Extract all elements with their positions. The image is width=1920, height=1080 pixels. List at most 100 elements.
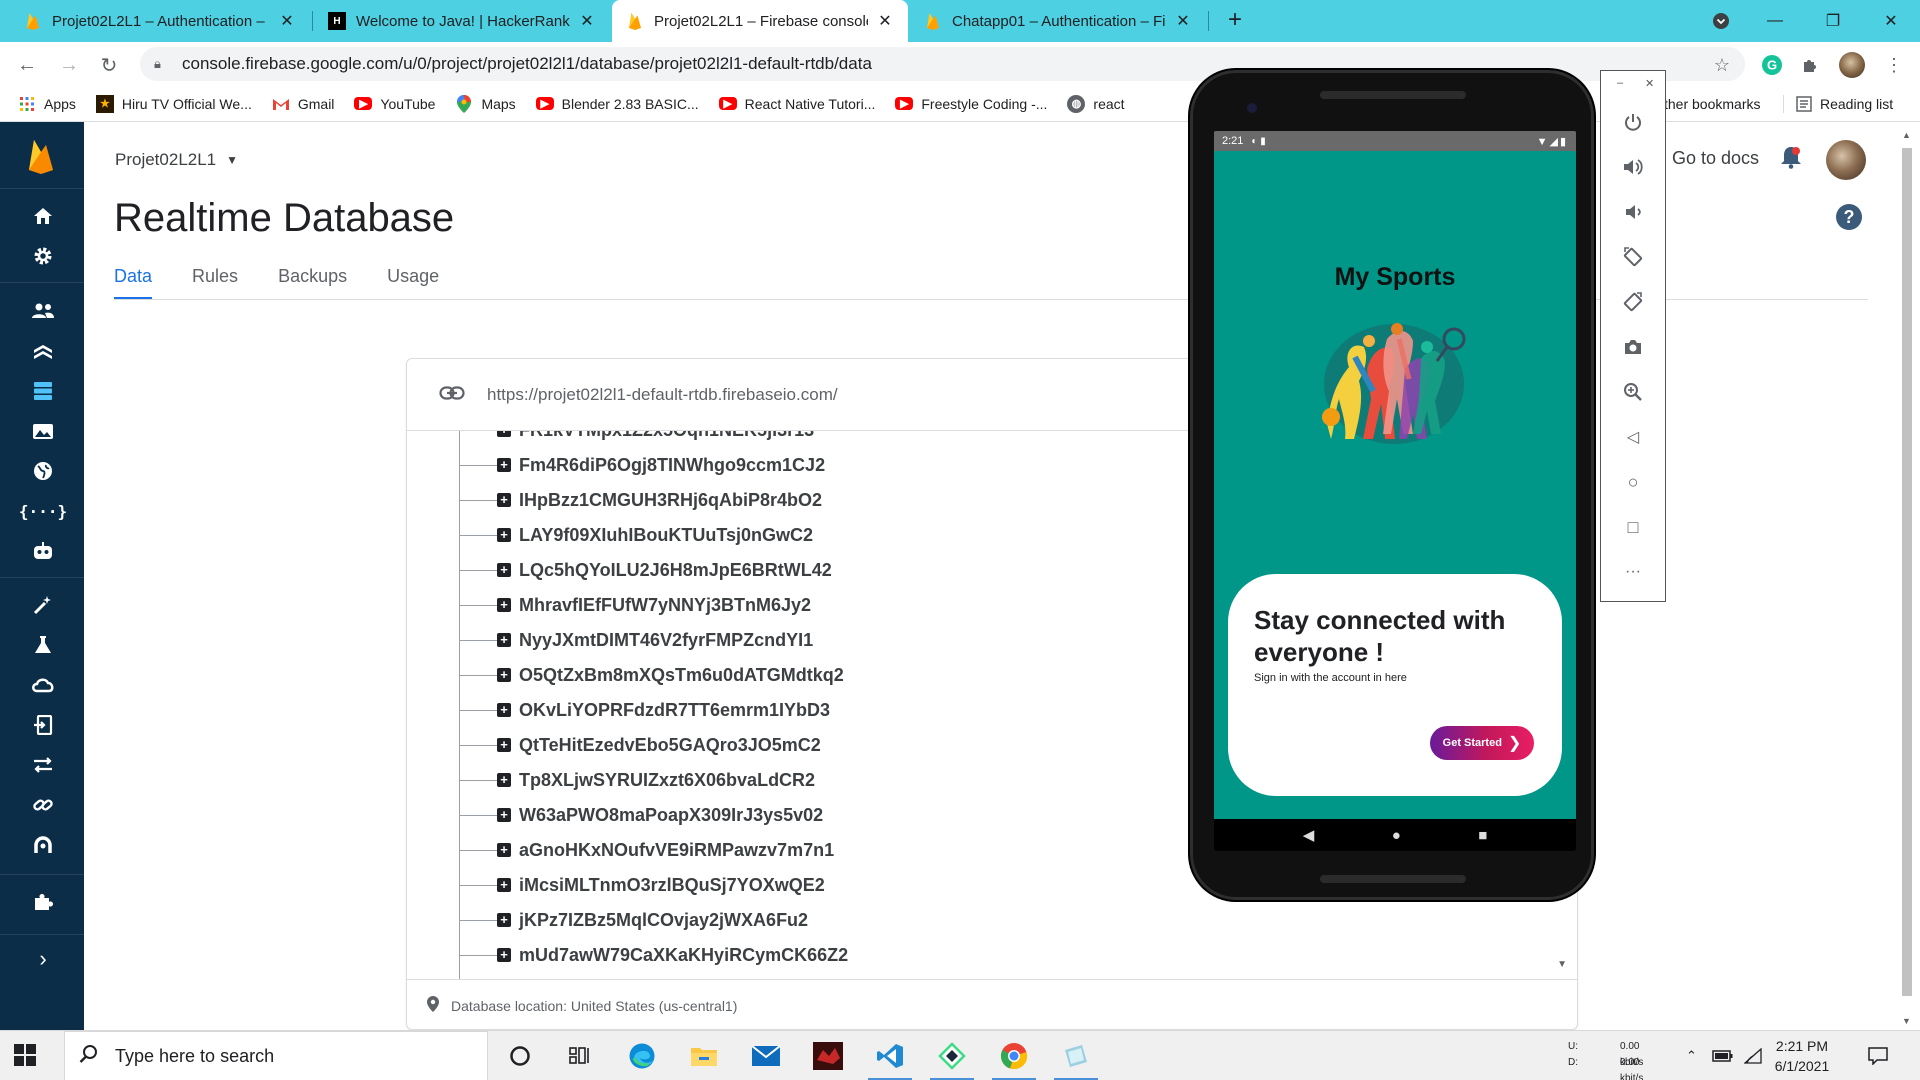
expand-plus-icon[interactable]: +	[497, 563, 511, 577]
browser-tab[interactable]: Chatapp01 – Authentication – Fir ✕	[910, 0, 1206, 42]
tree-node[interactable]: + Fm4R6diP6Ogj8TINWhgo9ccm1CJ2	[459, 452, 825, 478]
close-tab-icon[interactable]: ✕	[278, 11, 296, 31]
scroll-up-arrow-icon[interactable]: ▲	[1902, 130, 1911, 140]
mail-icon[interactable]	[738, 1031, 794, 1080]
power-icon[interactable]	[1618, 107, 1648, 137]
tree-node[interactable]: + IHpBzz1CMGUH3RHj6qAbiP8r4bO2	[459, 487, 822, 513]
account-avatar[interactable]	[1826, 140, 1866, 180]
taskbar-search[interactable]: Type here to search	[64, 1031, 488, 1080]
crashlytics-wand-icon[interactable]	[28, 590, 58, 620]
browser-tab-active[interactable]: Projet02L2L1 – Firebase console ✕	[612, 0, 908, 42]
bookmark-maps[interactable]: Maps	[455, 94, 516, 113]
home-circle-icon[interactable]: ●	[1392, 827, 1401, 844]
menu-icon[interactable]: ⋮	[1880, 51, 1908, 79]
tree-node[interactable]: + LAY9f09XIuhIBouKTUuTsj0nGwC2	[459, 522, 813, 548]
bookmark-youtube[interactable]: ▶ YouTube	[354, 96, 435, 112]
expand-plus-icon[interactable]: +	[497, 913, 511, 927]
zoom-icon[interactable]	[1618, 377, 1648, 407]
expand-plus-icon[interactable]: +	[497, 633, 511, 647]
expand-plus-icon[interactable]: +	[497, 808, 511, 822]
overview-square-icon[interactable]: □	[1618, 512, 1648, 542]
bookmark-gmail[interactable]: Gmail	[272, 95, 334, 113]
expand-plus-icon[interactable]: +	[497, 948, 511, 962]
bookmark-freestyle-coding[interactable]: ▶ Freestyle Coding -...	[895, 96, 1047, 112]
tree-node[interactable]: + MhravfIEfFUfW7yNNYj3BTnM6Jy2	[459, 592, 811, 618]
browser-tab[interactable]: Projet02L2L1 – Authentication – F ✕	[10, 0, 310, 42]
gear-icon[interactable]	[28, 241, 58, 271]
tree-node[interactable]: + NyyJXmtDIMT46V2fyrFMPZcndYI1	[459, 627, 813, 653]
admob-icon[interactable]	[28, 830, 58, 860]
app-distribution-icon[interactable]	[28, 710, 58, 740]
profile-avatar[interactable]	[1838, 51, 1866, 79]
expand-plus-icon[interactable]: +	[497, 598, 511, 612]
close-tab-icon[interactable]: ✕	[876, 11, 894, 31]
scrollbar-thumb[interactable]	[1902, 148, 1912, 996]
emulator-minimize-icon[interactable]: –	[1617, 77, 1623, 89]
expand-plus-icon[interactable]: +	[497, 493, 511, 507]
expand-plus-icon[interactable]: +	[497, 738, 511, 752]
close-tab-icon[interactable]: ✕	[1174, 11, 1192, 31]
tree-node[interactable]: + Tp8XLjwSYRUIZxzt6X06bvaLdCR2	[459, 767, 815, 793]
scroll-down-arrow-icon[interactable]: ▼	[1902, 1016, 1911, 1026]
expand-plus-icon[interactable]: +	[497, 773, 511, 787]
firebase-logo[interactable]	[27, 138, 55, 179]
edge-icon[interactable]	[614, 1031, 670, 1080]
recents-square-icon[interactable]: ■	[1478, 827, 1487, 844]
get-started-button[interactable]: Get Started ❯	[1430, 726, 1534, 760]
project-selector[interactable]: Projet02L2L1 ▼	[115, 150, 238, 170]
firestore-icon[interactable]	[28, 336, 58, 366]
tree-node[interactable]: + aGnoHKxNOufvVE9iRMPawzv7m7n1	[459, 837, 834, 863]
reading-list[interactable]: Reading list	[1796, 86, 1893, 122]
extensions-arrows-icon[interactable]	[28, 750, 58, 780]
tree-node[interactable]: + QtTeHitEzedvEbo5GAQro3JO5mC2	[459, 732, 821, 758]
expand-plus-icon[interactable]: +	[497, 431, 511, 437]
tab-backups[interactable]: Backups	[278, 266, 347, 300]
expand-plus-icon[interactable]: +	[497, 703, 511, 717]
tab-rules[interactable]: Rules	[192, 266, 238, 300]
notification-bell-icon[interactable]	[1780, 145, 1802, 174]
bookmark-react[interactable]: ◍ react	[1067, 94, 1125, 113]
expand-plus-icon[interactable]: +	[497, 878, 511, 892]
vscode-icon[interactable]	[862, 1031, 918, 1080]
reload-icon[interactable]: ↻	[94, 50, 124, 80]
test-lab-flask-icon[interactable]	[28, 630, 58, 660]
database-url[interactable]: https://projet02l2l1-default-rtdb.fireba…	[487, 385, 838, 405]
ml-robot-icon[interactable]	[28, 536, 58, 566]
dynamic-links-icon[interactable]	[28, 790, 58, 820]
functions-icon[interactable]: {···}	[19, 496, 67, 526]
tab-search-icon[interactable]	[1694, 0, 1748, 42]
browser-tab[interactable]: H Welcome to Java! | HackerRank ✕	[314, 0, 610, 42]
rotate-right-icon[interactable]	[1618, 287, 1648, 317]
red-app-icon[interactable]	[800, 1031, 856, 1080]
performance-cloud-icon[interactable]	[28, 670, 58, 700]
tree-node[interactable]: + iMcsiMLTnmO3rzlBQuSj7YOXwQE2	[459, 872, 825, 898]
volume-up-icon[interactable]	[1618, 152, 1648, 182]
minimize-icon[interactable]: —	[1748, 0, 1802, 42]
tab-data[interactable]: Data	[114, 266, 153, 300]
close-window-icon[interactable]: ✕	[1864, 0, 1918, 42]
realtime-database-icon[interactable]	[28, 376, 58, 406]
expand-plus-icon[interactable]: +	[497, 668, 511, 682]
grammarly-icon[interactable]: G	[1758, 51, 1786, 79]
show-hidden-icons-icon[interactable]: ⌃	[1686, 1031, 1697, 1080]
tree-node[interactable]: + LQc5hQYoILU2J6H8mJpE6BRtWL42	[459, 557, 832, 583]
new-tab-button[interactable]: +	[1220, 6, 1250, 36]
emulator-app-icon[interactable]	[1048, 1031, 1104, 1080]
bookmark-apps[interactable]: Apps	[18, 95, 76, 113]
rotate-left-icon[interactable]	[1618, 242, 1648, 272]
expand-plus-icon[interactable]: +	[497, 458, 511, 472]
emulator-close-icon[interactable]: ✕	[1645, 77, 1654, 90]
extensions-puzzle-icon[interactable]	[28, 887, 58, 917]
go-to-docs-link[interactable]: Go to docs	[1672, 148, 1759, 169]
battery-icon[interactable]	[1712, 1031, 1734, 1080]
camera-icon[interactable]	[1618, 332, 1648, 362]
tree-node[interactable]: + jKPz7IZBz5MqlCOvjay2jWXA6Fu2	[459, 907, 808, 933]
bookmark-react-native[interactable]: ▶ React Native Tutori...	[718, 96, 875, 112]
back-triangle-icon[interactable]: ◀	[1303, 826, 1315, 844]
page-scrollbar[interactable]: ▲ ▼	[1900, 130, 1914, 1030]
expand-plus-icon[interactable]: +	[497, 528, 511, 542]
notifications-icon[interactable]	[1868, 1031, 1888, 1080]
file-explorer-icon[interactable]	[676, 1031, 732, 1080]
windows-start-icon[interactable]	[14, 1044, 36, 1071]
bookmark-blender[interactable]: ▶ Blender 2.83 BASIC...	[535, 96, 699, 112]
